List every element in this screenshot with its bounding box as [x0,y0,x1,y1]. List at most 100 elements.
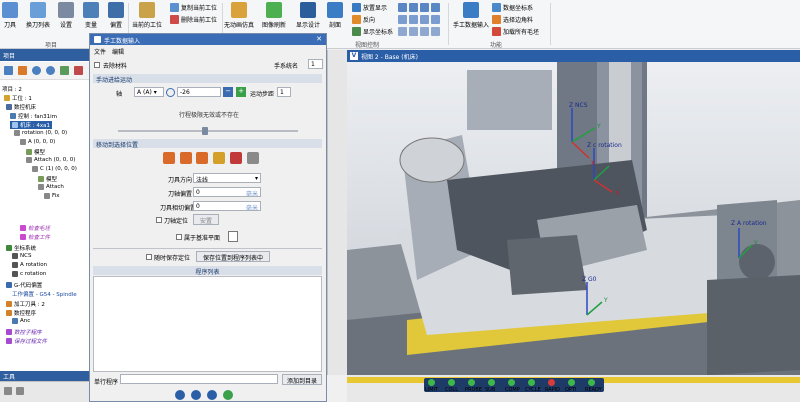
save-pos-button[interactable]: 保存位置到程序列表中 [196,251,270,262]
no-anim-button[interactable]: 无动画仿真 [224,2,254,29]
select-edge-button[interactable]: 选择边角料 [492,15,533,24]
tree-node[interactable]: 检查毛坯 [20,224,50,232]
redo-icon[interactable] [46,66,55,75]
tree-node[interactable]: 加工刀具 : 2 [6,300,45,308]
pick-face-icon[interactable] [230,152,242,164]
3d-viewport[interactable]: Z NCS Y Z c rotation X Z A rotation Y X … [347,50,800,375]
gear-icon [58,2,74,18]
tree-node[interactable]: 控制 : fan31im [10,112,57,120]
copy-station-button[interactable]: 复制当前工位 [170,3,217,12]
menu-file[interactable]: 文件 [94,47,106,56]
tool-pos-checkbox[interactable] [156,217,162,223]
pick-point-icon[interactable] [163,152,175,164]
close-icon[interactable]: ✕ [316,35,322,43]
view-icons-row[interactable] [398,27,440,36]
plus-button[interactable]: + [236,87,246,97]
tree-node[interactable]: 工作偏置 - G54 - Spindle [12,290,77,298]
place-button[interactable]: 安置 [193,214,219,225]
minus-button[interactable]: − [223,87,233,97]
current-station-button[interactable]: 当前的工位 [132,2,162,29]
status-led-ready [588,379,595,386]
offset-button[interactable]: 偏置 [108,2,124,29]
tree-tool-icon[interactable] [4,66,13,75]
section-button[interactable]: 剖面 [327,2,343,29]
tool-list-button[interactable]: 换刀列表 [26,2,50,29]
footer-icon[interactable] [16,387,24,395]
load-blank-button[interactable]: 加载所有毛坯 [492,27,539,36]
pick-plane-icon[interactable] [247,152,259,164]
forward-icon[interactable] [223,390,233,400]
tool-dir-select[interactable]: 法线 ▾ [193,173,261,183]
axis-input[interactable]: -26 [177,87,221,97]
image-refresh-button[interactable]: 图像刷新 [262,2,286,29]
display-design-button[interactable]: 显示设计 [296,2,320,29]
tree-footer [0,381,89,402]
tree-node[interactable]: Attach [38,184,64,190]
add-list-button[interactable]: 添加到目录 [282,374,322,385]
variables-button[interactable]: 变量 [83,2,99,29]
tool-offset-input[interactable]: 0 毫米 [193,187,261,197]
rewind-icon[interactable] [175,390,185,400]
tree-node[interactable]: 数控子程序 [6,328,42,336]
reverse-button[interactable]: 反向 [352,15,375,24]
tree-node[interactable]: 工位 : 1 [4,94,32,102]
tree-node[interactable]: c rotation [12,271,46,277]
program-list[interactable] [93,276,322,372]
cut-offset-input[interactable]: 0 毫米 [193,201,261,211]
axis-select[interactable]: A (A) ▾ [134,87,164,97]
chuck [399,137,465,183]
tools-button[interactable]: 刀具 [2,2,18,29]
tree-node[interactable]: 数控机床 [6,103,36,111]
machine-icon [6,104,12,110]
coord-select[interactable]: 1 [308,59,323,69]
tree-node[interactable]: 模型 [38,175,57,183]
play-icon[interactable] [207,390,217,400]
tree-node[interactable]: 模型 [26,148,45,156]
tree-tool-icon[interactable] [60,66,69,75]
tree-node[interactable]: G-代码偏置 [6,281,42,289]
tree-node[interactable]: 坐标系统 [6,244,36,252]
tree-node[interactable]: Fix [44,193,60,199]
crosshair-icon[interactable] [166,88,175,97]
settings-button[interactable]: 设置 [58,2,74,29]
tree-node[interactable]: 检查工件 [20,233,50,241]
tree-node[interactable]: Anc [12,318,30,324]
status-led-coll [448,379,455,386]
view-icons-row[interactable] [398,3,440,12]
pick-point-icon[interactable] [196,152,208,164]
ref-plane-checkbox[interactable] [176,234,182,240]
tree-tool-icon[interactable] [18,66,27,75]
status-led-label: RAPID [545,387,561,393]
tree-node[interactable]: Attach (0, 0, 0) [26,157,75,163]
tree-node[interactable]: 项目 : 2 [2,85,22,93]
manual-input-button[interactable]: 手工数据输入 [451,2,491,29]
undo-icon[interactable] [32,66,41,75]
delete-station-button[interactable]: 删除当前工位 [170,15,217,24]
edge-icon [492,15,501,24]
view-icons-row[interactable] [398,15,440,24]
axis-slider-thumb[interactable] [202,127,208,135]
document-icon[interactable] [228,231,238,242]
pause-icon[interactable] [191,390,201,400]
splitter[interactable] [327,50,347,375]
tree-node[interactable]: rotation (0, 0, 0) [14,130,67,136]
pick-point-icon[interactable] [180,152,192,164]
step-input[interactable]: 1 [277,87,291,97]
tree-node[interactable]: A (0, 0, 0) [20,139,55,145]
save-pos-checkbox[interactable] [146,254,152,260]
tree-node[interactable]: 数控程序 [6,309,36,317]
zoom-display-button[interactable]: 放置显示 [352,3,387,12]
display-coord-button[interactable]: 显示坐标系 [352,27,393,36]
tree-node[interactable]: A rotation [12,262,47,268]
tree-tool-icon[interactable] [74,66,83,75]
tree-node[interactable]: NCS [12,253,31,259]
blank-checkbox[interactable] [94,62,100,68]
data-coord-button[interactable]: 数据坐标系 [492,3,533,12]
menu-edit[interactable]: 编辑 [112,47,124,56]
pick-edge-icon[interactable] [213,152,225,164]
tree-node[interactable]: C (1) (0, 0, 0) [32,166,77,172]
single-prog-input[interactable] [120,374,278,384]
tree-node-selected[interactable]: 机床 : 4xa1 [10,121,52,129]
tree-node[interactable]: 保存过程文件 [6,337,47,345]
footer-icon[interactable] [4,387,12,395]
